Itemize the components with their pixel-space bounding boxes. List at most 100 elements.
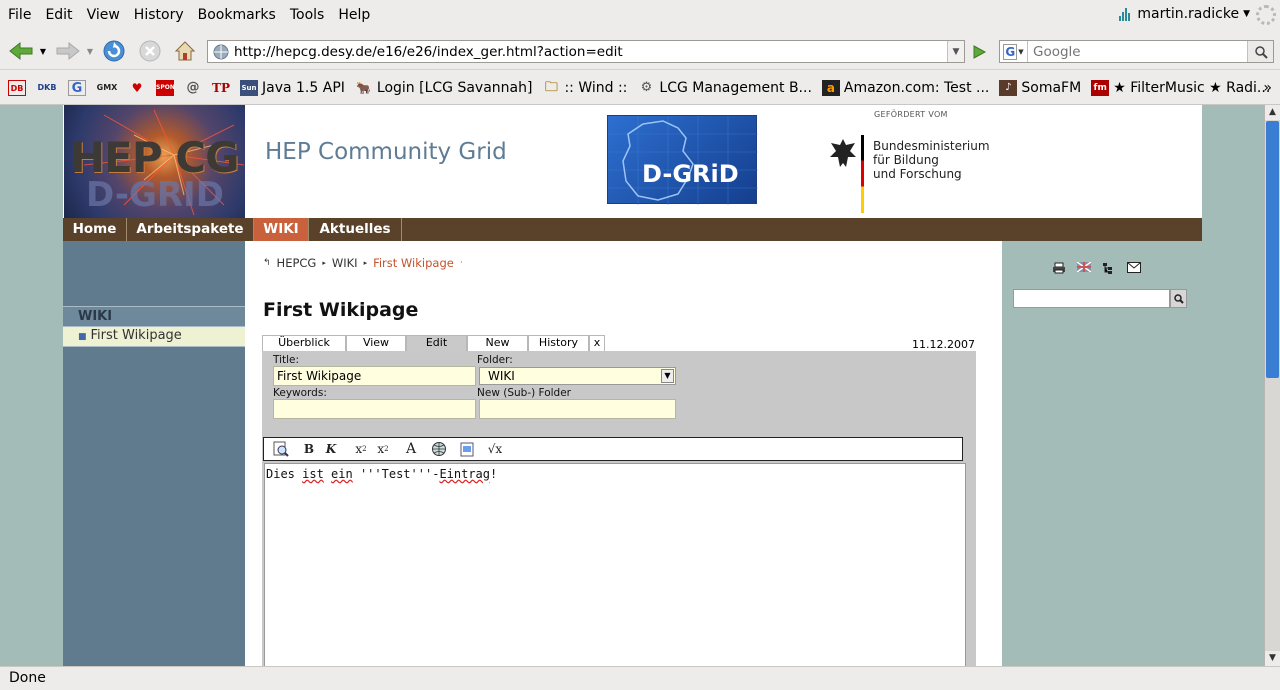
bookmark-heart[interactable]: ♥ [128,80,146,96]
bookmark-google[interactable]: G [68,79,86,96]
scrollbar-thumb[interactable] [1266,121,1279,378]
go-button[interactable] [968,40,990,63]
breadcrumb-wiki[interactable]: WIKI [332,256,358,270]
menu-view[interactable]: View [80,0,127,31]
site-search-input[interactable] [1013,289,1170,308]
breadcrumb-separator-icon: ▸ [363,259,368,267]
english-flag-icon[interactable] [1076,261,1092,277]
menu-edit[interactable]: Edit [38,0,79,31]
menu-history[interactable]: History [127,0,191,31]
bookmark-java[interactable]: Sun Java 1.5 API [240,79,345,96]
back-button[interactable] [6,39,36,63]
reload-button[interactable] [101,39,127,63]
at-icon: @ [186,79,200,95]
folder-select[interactable]: WIKI ▼ [479,367,676,385]
search-icon[interactable] [1247,41,1273,62]
bookmark-lcg-management[interactable]: ⚙ LCG Management B... [637,80,812,96]
italic-icon[interactable]: K [320,439,342,459]
back-arrow-icon [9,41,33,61]
scroll-up-icon[interactable]: ▲ [1265,105,1280,120]
url-bar[interactable]: http://hepcg.desy.de/e16/e26/index_ger.h… [207,40,965,63]
stop-icon [139,40,161,62]
keywords-label: Keywords: [273,387,327,399]
sponsor-line: für Bildung [873,153,939,167]
image-icon[interactable] [456,439,478,459]
keywords-field[interactable] [273,399,476,419]
preview-icon[interactable] [270,439,292,459]
stop-button[interactable] [137,39,163,63]
dgrid-logo[interactable]: D-GRiD [607,115,758,205]
menu-file[interactable]: File [0,0,38,31]
url-dropdown-icon[interactable]: ▼ [947,41,964,62]
bookmark-tp[interactable]: TP [212,80,230,96]
email-icon[interactable] [1127,262,1141,277]
tab-new[interactable]: New [467,335,528,351]
subscript-icon[interactable]: x2 [350,439,372,459]
title-field[interactable]: First Wikipage [273,366,476,386]
sidebar-item-first-wikipage[interactable]: ■ First Wikipage [63,327,245,347]
bookmarks-overflow-button[interactable]: » [1263,80,1272,96]
tab-history[interactable]: History [528,335,589,351]
menu-bookmarks[interactable]: Bookmarks [191,0,283,31]
tab-close[interactable]: x [589,335,605,351]
bookmark-gmx[interactable]: GMX [96,80,118,96]
forward-history-dropdown[interactable]: ▼ [84,39,96,63]
editor-text: ! [490,467,498,481]
new-folder-field[interactable] [479,399,676,419]
bold-icon[interactable]: B [298,439,320,459]
dgrid-logo-text: D-GRiD [642,160,739,188]
nav-home[interactable]: Home [63,218,127,241]
breadcrumb-hepcg[interactable]: HEPCG [277,256,317,270]
bookmark-db[interactable]: DB [8,79,26,96]
user-menu[interactable]: martin.radicke ▼ [1119,6,1250,22]
new-folder-label: New (Sub-) Folder [477,387,571,399]
bookmark-filtermusic[interactable]: fm ★ FilterMusic ★ Radi... [1091,79,1270,96]
sitemap-icon[interactable] [1102,262,1116,277]
home-button[interactable] [172,39,198,63]
search-input[interactable] [1028,43,1243,60]
edit-panel: Title: First Wikipage Folder: WIKI ▼ Key… [262,351,976,666]
tab-edit[interactable]: Edit [406,335,467,351]
wiki-text-editor[interactable]: Dies ist ein '''Test'''-Eintrag! [264,463,966,666]
menu-tools[interactable]: Tools [283,0,332,31]
forward-button[interactable] [53,39,83,63]
sidebar-section-wiki[interactable]: WIKI [63,306,245,327]
font-icon[interactable]: A [400,439,422,459]
editor-text [324,467,331,481]
tab-ueberblick[interactable]: Überblick [262,335,346,351]
bookmark-wind[interactable]: 🗀:: Wind :: [542,80,627,96]
bookmark-lcg-savannah[interactable]: 🐂 Login [LCG Savannah] [355,80,532,96]
print-icon[interactable] [1052,262,1066,277]
chevron-down-icon: ▼ [1018,47,1024,56]
superscript-icon[interactable]: x2 [372,439,394,459]
nav-aktuelles[interactable]: Aktuelles [309,218,402,241]
page-title: First Wikipage [263,299,419,321]
hepcg-logo[interactable]: HEP CG D-GRID [64,105,245,218]
link-icon[interactable] [428,439,450,459]
scroll-down-icon[interactable]: ▼ [1265,651,1280,666]
bookmark-at[interactable]: @ [184,80,202,96]
somafm-icon: ♪ [999,79,1018,96]
tab-view[interactable]: View [346,335,406,351]
bmbf-logo[interactable]: GEFÖRDERT VOM Bundesministerium für Bild… [820,105,990,215]
page-viewport: HEP CG D-GRID HEP Community Grid D-GRiD … [0,105,1264,666]
formula-icon[interactable]: √x [484,439,506,459]
menu-help[interactable]: Help [331,0,377,31]
back-history-dropdown[interactable]: ▼ [37,39,49,63]
bookmark-amazon[interactable]: a Amazon.com: Test ... [821,79,989,96]
editor-text: ist [302,467,324,481]
search-engine-selector[interactable]: G ▼ [1000,41,1028,62]
bookmark-dkb[interactable]: DKB [36,80,58,96]
nav-arbeitspakete[interactable]: Arbeitspakete [127,218,254,241]
bookmark-spon[interactable]: SPON [156,79,175,96]
sidebar-fill [63,348,245,666]
heart-icon: ♥ [131,80,143,95]
site-header: HEP CG D-GRID HEP Community Grid D-GRiD … [63,105,1202,218]
nav-wiki[interactable]: WIKI [254,218,309,241]
vertical-scrollbar[interactable]: ▲ ▼ [1264,105,1280,666]
bookmark-label: SomaFM [1021,79,1082,96]
bookmark-somafm[interactable]: ♪ SomaFM [999,79,1082,96]
sponsor-caption: GEFÖRDERT VOM [874,110,948,119]
site-search-button[interactable] [1170,289,1187,308]
search-bar[interactable]: G ▼ [999,40,1274,63]
